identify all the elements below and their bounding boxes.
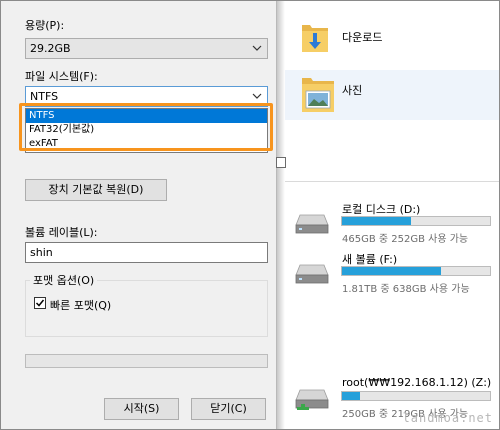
folder-name: 다운로드 xyxy=(342,31,383,44)
drive-usage-fill xyxy=(342,392,360,400)
quick-format-label: 빠른 포맷(Q) xyxy=(50,299,112,312)
restore-defaults-button[interactable]: 장치 기본값 복원(D) xyxy=(25,179,167,201)
file-explorer: 다운로드 사진 로컬 디스크 (D:) 465GB 중 252GB 사용 가능 … xyxy=(276,1,499,429)
start-button[interactable]: 시작(S) xyxy=(104,398,179,420)
volume-label-value: shin xyxy=(30,246,53,259)
drive-name: 새 볼륨 (F:) xyxy=(342,253,398,266)
drive-space: 465GB 중 252GB 사용 가능 xyxy=(342,234,469,245)
download-folder-icon xyxy=(302,25,328,52)
dialog-shadow xyxy=(277,1,285,429)
capacity-value: 29.2GB xyxy=(30,42,71,55)
drive-usage-bar xyxy=(341,216,491,226)
drive-usage-fill xyxy=(342,267,441,275)
drive-item-d[interactable]: 로컬 디스크 (D:) 465GB 중 252GB 사용 가능 xyxy=(285,201,499,257)
filesystem-label: 파일 시스템(F): xyxy=(25,70,98,83)
drive-item-f[interactable]: 새 볼륨 (F:) 1.81TB 중 638GB 사용 가능 xyxy=(285,251,499,307)
checkmark-icon xyxy=(35,299,45,307)
format-dialog: 용량(P): 29.2GB 파일 시스템(F): NTFS NTFS FAT32… xyxy=(1,1,277,429)
capacity-dropdown[interactable]: 29.2GB xyxy=(25,38,268,59)
section-divider xyxy=(285,181,499,182)
capacity-label: 용량(P): xyxy=(25,19,65,32)
format-progress-bar xyxy=(25,354,268,368)
hard-drive-icon xyxy=(295,264,329,284)
close-button[interactable]: 닫기(C) xyxy=(191,398,266,420)
drive-usage-fill xyxy=(342,217,411,225)
drive-name: 로컬 디스크 (D:) xyxy=(342,203,421,216)
chevron-down-icon xyxy=(252,45,262,51)
folder-item-downloads[interactable]: 다운로드 xyxy=(285,13,499,63)
filesystem-value: NTFS xyxy=(30,90,59,103)
volume-label-label: 볼륨 레이블(L): xyxy=(25,226,98,239)
watermark: landmoa.net xyxy=(402,411,493,425)
folder-item-pictures[interactable]: 사진 xyxy=(276,70,499,168)
orange-highlight-box xyxy=(19,103,273,151)
drive-space: 1.81TB 중 638GB 사용 가능 xyxy=(342,284,470,295)
format-options-title: 포맷 옵션(O) xyxy=(30,272,98,288)
quick-format-checkbox[interactable] xyxy=(34,297,46,309)
selection-checkbox[interactable] xyxy=(276,157,286,168)
drive-usage-bar xyxy=(341,391,491,401)
hard-drive-icon xyxy=(295,214,329,234)
drive-usage-bar xyxy=(341,266,491,276)
pictures-folder-icon xyxy=(302,78,334,112)
drive-name: root(₩₩192.168.1.12) (Z:) xyxy=(342,376,492,389)
volume-label-input[interactable]: shin xyxy=(25,242,268,263)
chevron-down-icon xyxy=(252,93,262,99)
folder-name: 사진 xyxy=(342,84,363,97)
network-drive-icon xyxy=(295,389,329,410)
